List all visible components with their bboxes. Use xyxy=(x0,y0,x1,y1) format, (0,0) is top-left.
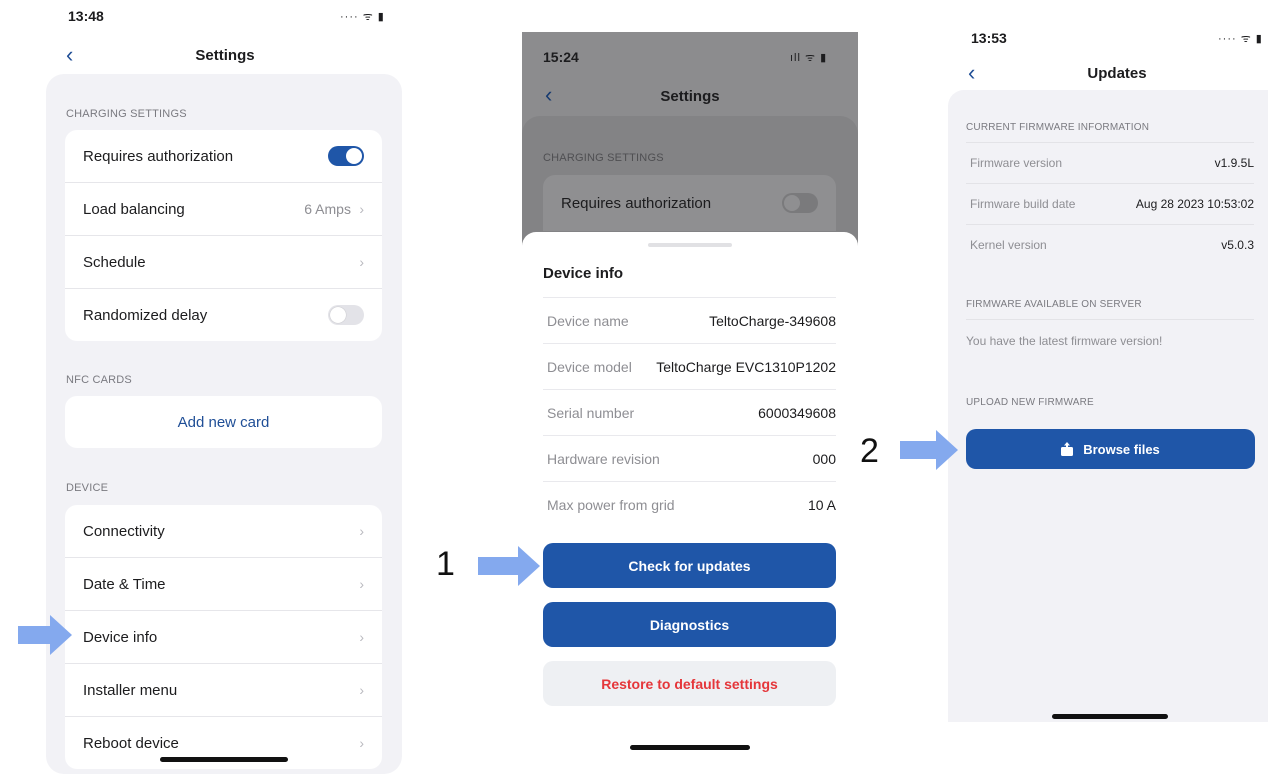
status-time: 15:24 xyxy=(543,49,579,65)
firmware-info-list: Firmware version v1.9.5L Firmware build d… xyxy=(966,142,1254,265)
row-randomized-delay[interactable]: Randomized delay xyxy=(65,289,382,341)
row-label: Connectivity xyxy=(83,522,165,540)
row-load-balancing[interactable]: Load balancing 6 Amps › xyxy=(65,183,382,236)
fw-row-kernel: Kernel version v5.0.3 xyxy=(966,225,1254,265)
info-row-device-model: Device model TeltoCharge EVC1310P1202 xyxy=(543,343,836,389)
sheet-title: Device info xyxy=(543,265,624,282)
row-installer-menu[interactable]: Installer menu › xyxy=(65,664,382,717)
row-label: Randomized delay xyxy=(83,306,208,324)
chevron-right-icon: › xyxy=(359,254,364,270)
fw-value: v1.9.5L xyxy=(1214,156,1254,170)
chevron-right-icon: › xyxy=(359,200,364,217)
info-key: Device model xyxy=(547,358,632,375)
pointer-arrow-icon xyxy=(478,546,540,586)
section-label-server-firmware: FIRMWARE AVAILABLE ON SERVER xyxy=(966,299,1142,310)
pointer-arrow-icon xyxy=(18,615,73,655)
charging-settings-card: Requires authorization Load balancing 6 … xyxy=(65,130,382,341)
fw-key: Firmware version xyxy=(970,156,1063,170)
fw-key: Firmware build date xyxy=(970,197,1076,211)
info-value: 10 A xyxy=(807,496,836,513)
row-connectivity[interactable]: Connectivity › xyxy=(65,505,382,558)
row-label: Load balancing xyxy=(83,200,185,218)
updates-panel: CURRENT FIRMWARE INFORMATION Firmware ve… xyxy=(948,90,1268,722)
row-requires-authorization[interactable]: Requires authorization xyxy=(65,130,382,183)
info-row-device-name: Device name TeltoCharge-349608 xyxy=(543,297,836,343)
info-value: 6000349608 xyxy=(758,404,836,421)
chevron-right-icon: › xyxy=(359,576,364,592)
fw-key: Kernel version xyxy=(970,238,1047,252)
upload-icon xyxy=(1061,442,1074,456)
status-time: 13:53 xyxy=(971,30,1007,46)
randomized-delay-toggle[interactable] xyxy=(328,305,364,325)
device-info-list: Device name TeltoCharge-349608 Device mod… xyxy=(543,297,836,527)
section-label-charging: CHARGING SETTINGS xyxy=(66,108,187,120)
info-row-hardware-revision: Hardware revision 000 xyxy=(543,435,836,481)
info-row-max-power: Max power from grid 10 A xyxy=(543,481,836,527)
info-key: Serial number xyxy=(547,404,635,421)
restore-default-settings-button[interactable]: Restore to default settings xyxy=(543,661,836,706)
fw-row-build-date: Firmware build date Aug 28 2023 10:53:02 xyxy=(966,184,1254,225)
row-label: Requires authorization xyxy=(83,147,234,165)
sheet-grabber[interactable] xyxy=(648,243,732,247)
section-label-current-firmware: CURRENT FIRMWARE INFORMATION xyxy=(966,122,1150,133)
row-label: Installer menu xyxy=(83,681,178,699)
back-chevron-icon[interactable]: ‹ xyxy=(545,84,552,106)
row-label: Requires authorization xyxy=(561,194,712,212)
chevron-right-icon: › xyxy=(359,629,364,645)
section-label-nfc: NFC CARDS xyxy=(66,374,132,386)
fw-value: Aug 28 2023 10:53:02 xyxy=(1135,197,1254,211)
back-chevron-icon[interactable]: ‹ xyxy=(968,62,975,84)
page-title: Updates xyxy=(1087,65,1147,82)
back-chevron-icon[interactable]: ‹ xyxy=(66,44,73,66)
requires-authorization-toggle[interactable] xyxy=(328,146,364,166)
status-icons: ···· ᯤ ▮ xyxy=(1218,33,1263,45)
section-label-charging: CHARGING SETTINGS xyxy=(543,152,664,164)
chevron-right-icon: › xyxy=(359,523,364,539)
section-label-device: DEVICE xyxy=(66,482,109,494)
chevron-right-icon: › xyxy=(359,682,364,698)
page-title: Settings xyxy=(195,47,255,64)
browse-files-button[interactable]: Browse files xyxy=(966,429,1255,469)
row-schedule[interactable]: Schedule › xyxy=(65,236,382,289)
page-title: Settings xyxy=(660,88,720,105)
load-balancing-value: 6 Amps xyxy=(304,200,351,217)
check-for-updates-button[interactable]: Check for updates xyxy=(543,543,836,588)
row-device-info[interactable]: Device info › xyxy=(65,611,382,664)
requires-authorization-toggle xyxy=(782,193,818,213)
status-icons: ıll ᯤ ▮ xyxy=(790,52,828,64)
add-new-card-label: Add new card xyxy=(177,413,270,431)
info-value: TeltoCharge EVC1310P1202 xyxy=(656,358,836,375)
status-time: 13:48 xyxy=(68,8,104,24)
row-date-time[interactable]: Date & Time › xyxy=(65,558,382,611)
diagnostics-button[interactable]: Diagnostics xyxy=(543,602,836,647)
info-row-serial-number: Serial number 6000349608 xyxy=(543,389,836,435)
device-info-sheet: Device info Device name TeltoCharge-34960… xyxy=(522,232,858,762)
dimmed-row-requires-authorization: Requires authorization xyxy=(543,175,836,231)
row-label: Reboot device xyxy=(83,734,179,752)
step-number-2: 2 xyxy=(860,432,879,470)
add-new-card-button[interactable]: Add new card xyxy=(65,396,382,448)
settings-panel: CHARGING SETTINGS Requires authorization… xyxy=(46,74,402,774)
row-label: Date & Time xyxy=(83,575,166,593)
status-icons: ···· ᯤ ▮ xyxy=(340,11,385,23)
fw-value: v5.0.3 xyxy=(1221,238,1254,252)
info-key: Device name xyxy=(547,312,629,329)
chevron-right-icon: › xyxy=(359,735,364,751)
info-key: Hardware revision xyxy=(547,450,660,467)
fw-row-version: Firmware version v1.9.5L xyxy=(966,143,1254,184)
pointer-arrow-icon xyxy=(900,430,958,470)
info-key: Max power from grid xyxy=(547,496,675,513)
server-firmware-message: You have the latest firmware version! xyxy=(966,319,1254,348)
info-value: 000 xyxy=(812,450,836,467)
home-indicator xyxy=(1052,714,1168,719)
row-label: Device info xyxy=(83,628,158,646)
device-card: Connectivity › Date & Time › Device info › … xyxy=(65,505,382,769)
step-number-1: 1 xyxy=(436,545,455,583)
info-value: TeltoCharge-349608 xyxy=(709,312,836,329)
section-label-upload: UPLOAD NEW FIRMWARE xyxy=(966,397,1094,408)
browse-files-label: Browse files xyxy=(1083,441,1160,457)
home-indicator xyxy=(630,745,750,750)
home-indicator xyxy=(160,757,288,762)
row-label: Schedule xyxy=(83,253,146,271)
